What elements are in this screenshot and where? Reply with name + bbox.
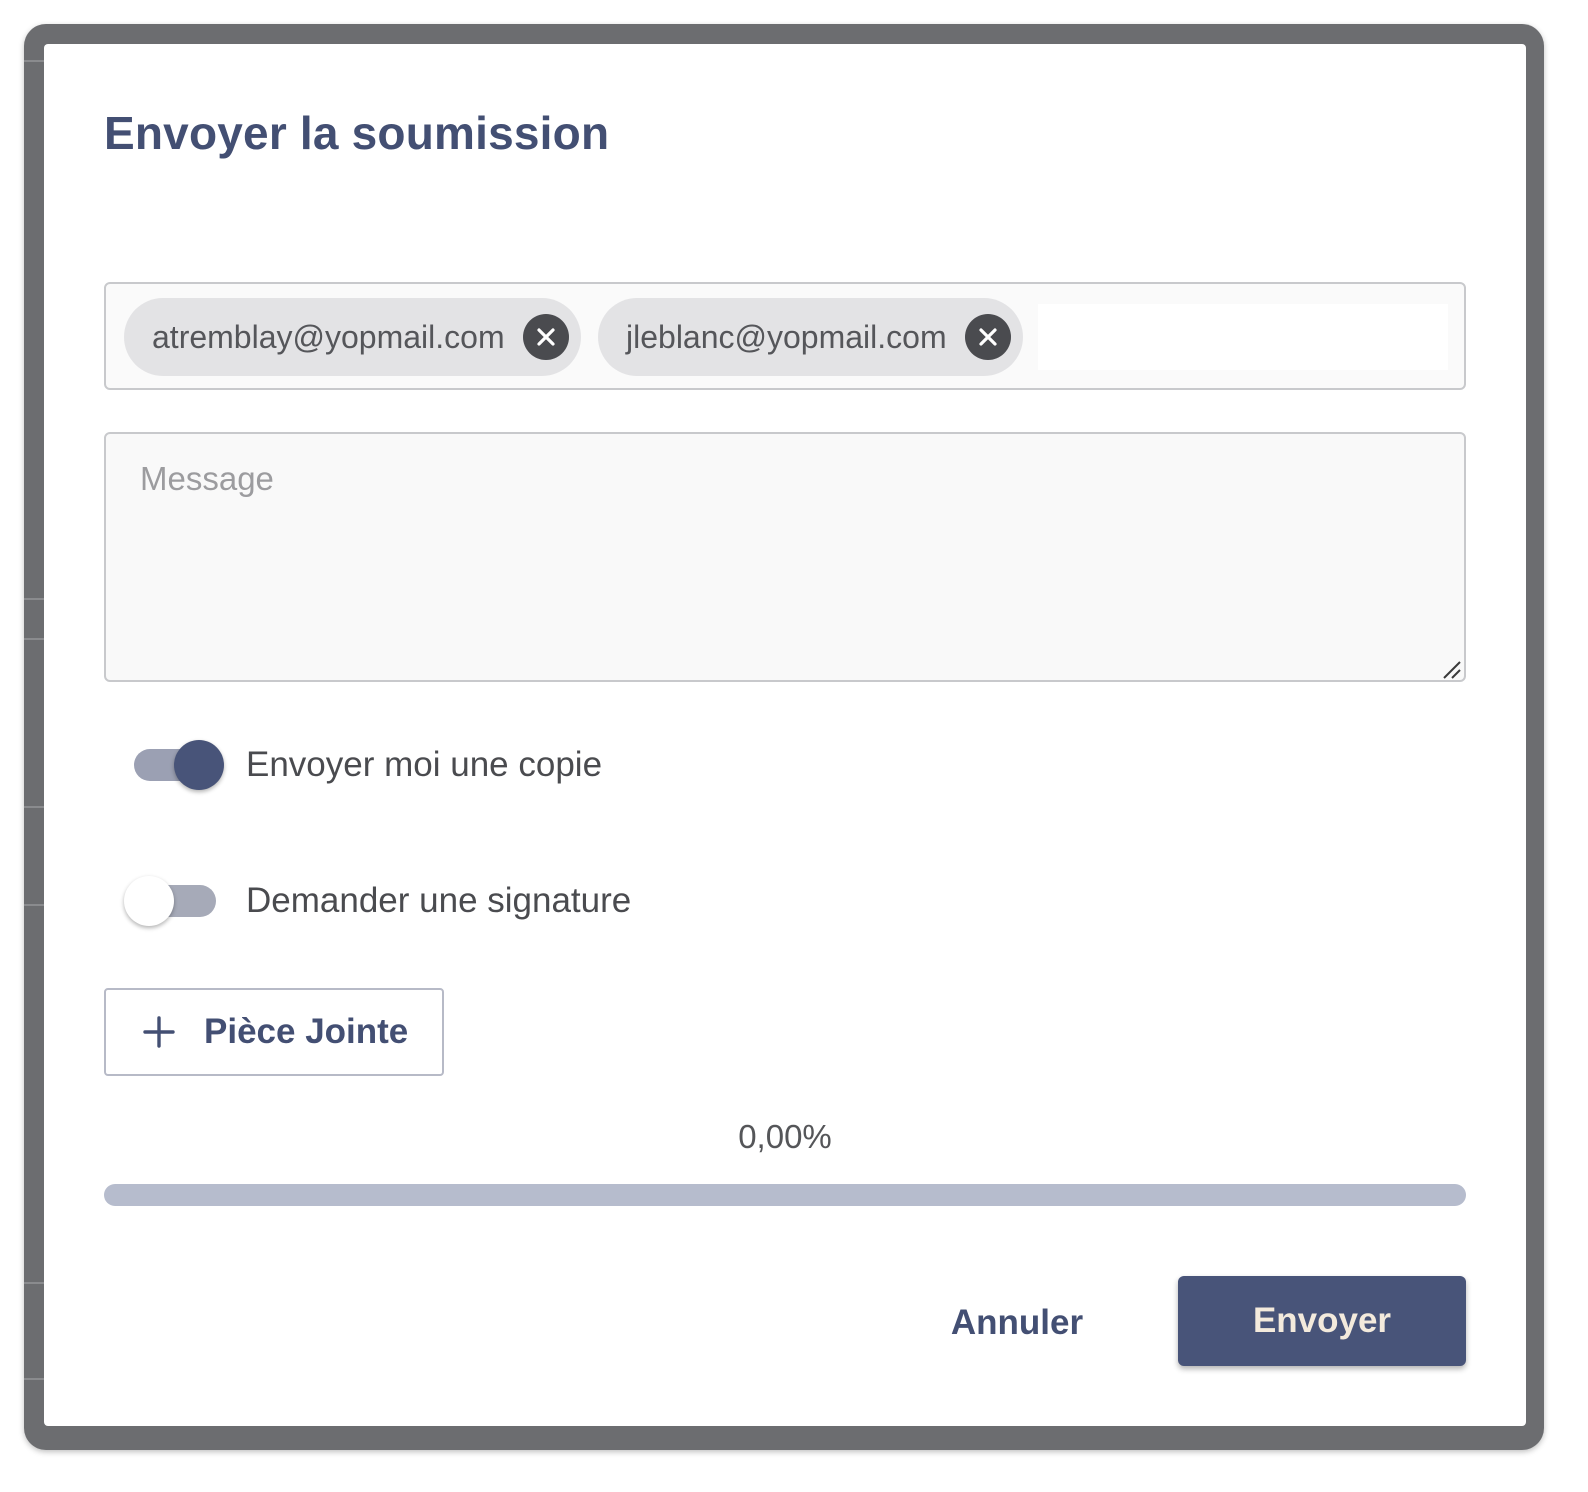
toggle-knob [174, 740, 224, 790]
backdrop-divider [24, 1378, 44, 1380]
recipient-email: jleblanc@yopmail.com [626, 318, 947, 355]
signature-toggle[interactable]: Demander une signature [124, 876, 631, 926]
add-attachment-label: Pièce Jointe [204, 1012, 409, 1051]
dialog-title: Envoyer la soumission [104, 107, 610, 159]
signature-toggle-label: Demander une signature [246, 881, 632, 920]
toggle-switch[interactable] [124, 740, 224, 790]
copy-toggle-label: Envoyer moi une copie [246, 745, 603, 784]
backdrop-divider [24, 904, 44, 906]
copy-toggle[interactable]: Envoyer moi une copie [124, 740, 602, 790]
remove-recipient-icon[interactable] [964, 314, 1011, 360]
cancel-button[interactable]: Annuler [924, 1278, 1110, 1368]
plus-icon [143, 1016, 175, 1048]
backdrop-divider [24, 60, 44, 62]
backdrop-divider [24, 638, 44, 640]
recipient-chip: atremblay@yopmail.com [124, 298, 581, 376]
toggle-switch[interactable] [124, 876, 224, 926]
send-submission-dialog: Envoyer la soumission atremblay@yopmail.… [44, 44, 1526, 1426]
recipient-email: atremblay@yopmail.com [152, 318, 505, 355]
toggle-knob [124, 876, 174, 926]
send-button[interactable]: Envoyer [1178, 1276, 1466, 1366]
message-textarea[interactable] [104, 432, 1466, 682]
recipient-chip: jleblanc@yopmail.com [598, 298, 1023, 376]
backdrop-divider [24, 598, 44, 600]
recipient-input[interactable] [1038, 304, 1448, 370]
add-attachment-button[interactable]: Pièce Jointe [104, 988, 444, 1076]
backdrop-divider [24, 1282, 44, 1284]
remove-recipient-icon[interactable] [522, 314, 569, 360]
backdrop-divider [24, 806, 44, 808]
recipients-field[interactable]: atremblay@yopmail.com jleblanc@yopmail.c… [104, 282, 1466, 390]
upload-progress-bar [104, 1184, 1466, 1206]
upload-progress-text: 0,00% [738, 1118, 832, 1155]
resize-grip-icon[interactable] [1442, 660, 1462, 680]
